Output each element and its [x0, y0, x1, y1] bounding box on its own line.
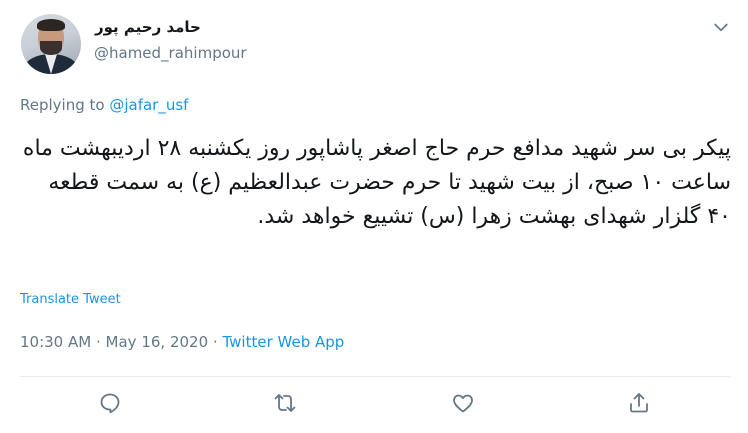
- replying-to-label: Replying to: [20, 96, 110, 114]
- user-display-name[interactable]: حامد رحیم پور: [95, 18, 201, 36]
- like-icon[interactable]: [451, 391, 475, 415]
- meta-separator: ·: [95, 333, 101, 351]
- retweet-icon[interactable]: [273, 391, 297, 415]
- divider: [20, 376, 731, 377]
- tweet-source[interactable]: Twitter Web App: [222, 333, 344, 351]
- tweet-date[interactable]: May 16, 2020: [106, 333, 209, 351]
- user-avatar[interactable]: [21, 14, 81, 74]
- replying-to: Replying to @jafar_usf: [20, 96, 188, 114]
- avatar-beard: [40, 41, 62, 55]
- tweet-time[interactable]: 10:30 AM: [20, 333, 91, 351]
- translate-tweet-link[interactable]: Translate Tweet: [20, 292, 121, 307]
- tweet-meta: 10:30 AM · May 16, 2020 · Twitter Web Ap…: [20, 333, 344, 351]
- user-handle[interactable]: @hamed_rahimpour: [94, 44, 247, 62]
- tweet-text: پیکر بی سر شهید مدافع حرم حاج اصغر پاشاپ…: [22, 136, 731, 229]
- reply-mention-link[interactable]: @jafar_usf: [109, 96, 188, 114]
- share-icon[interactable]: [627, 391, 651, 415]
- avatar-hair: [37, 19, 65, 31]
- reply-icon[interactable]: [98, 391, 122, 415]
- more-options-chevron-icon[interactable]: [711, 17, 731, 37]
- meta-separator: ·: [212, 333, 218, 351]
